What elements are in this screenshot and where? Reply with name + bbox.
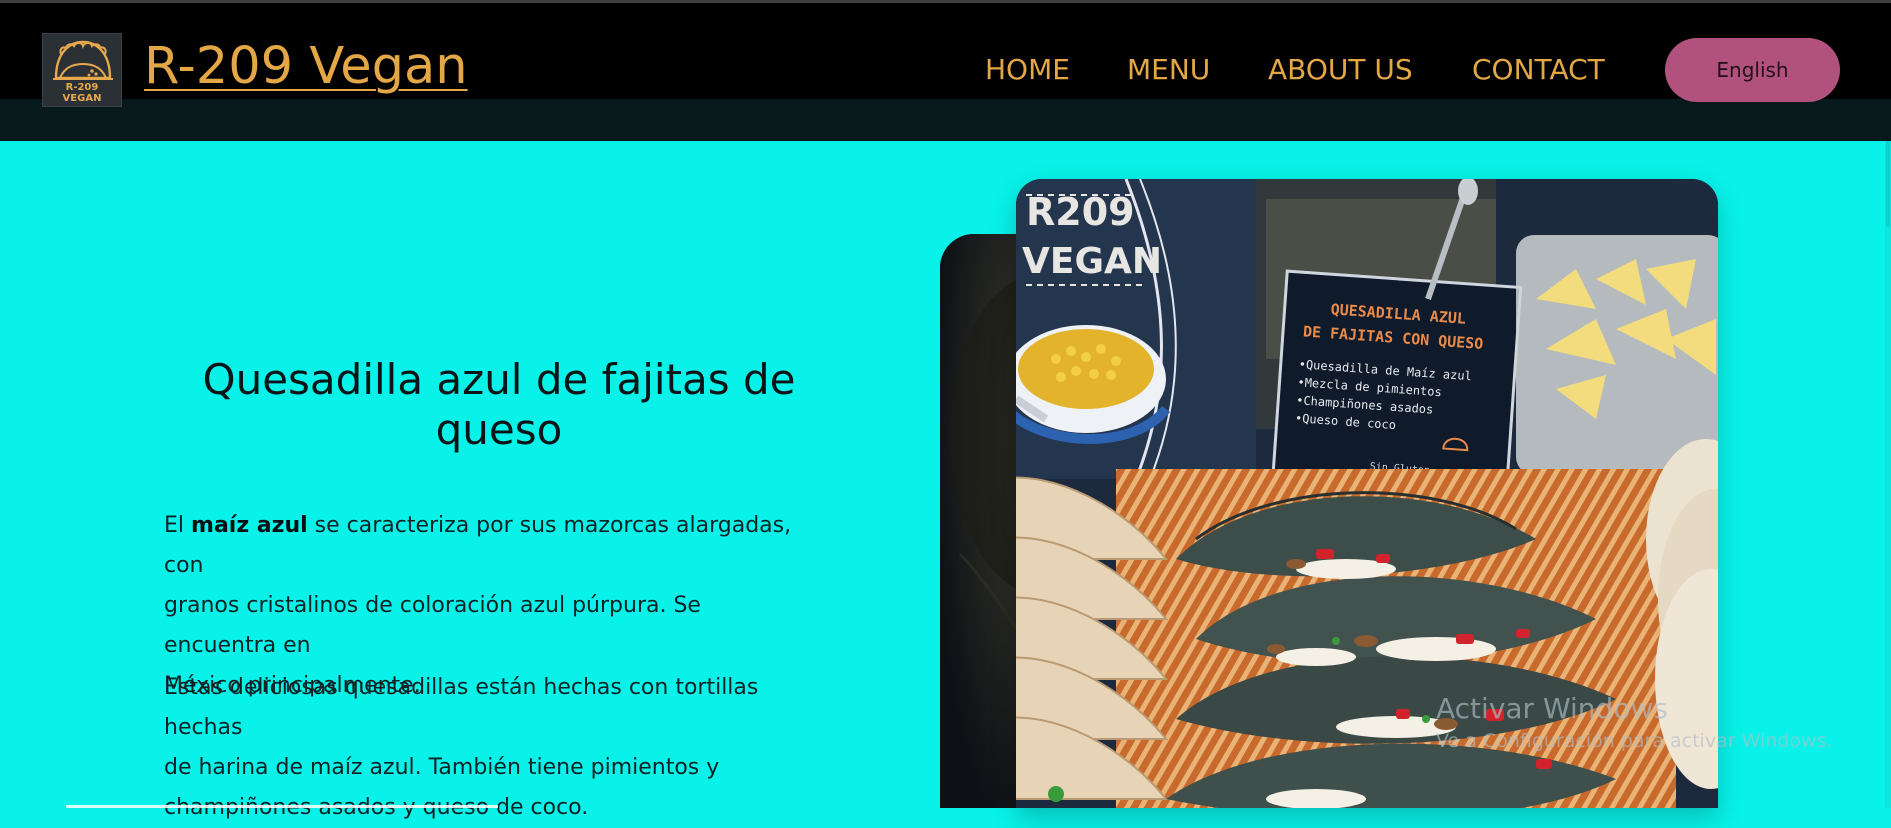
- para1-prefix: El: [164, 513, 192, 538]
- page-scrollbar-thumb[interactable]: [1886, 141, 1890, 227]
- watermark-title: Activar Windows: [1436, 692, 1668, 725]
- logo-text-vegan: VEGAN: [62, 93, 102, 104]
- para1-line2: granos cristalinos de coloración azul pú…: [164, 593, 701, 658]
- nav-about-us[interactable]: ABOUT US: [1268, 52, 1413, 88]
- taco-logo-icon: [53, 40, 113, 80]
- site-title-link[interactable]: R-209 Vegan: [144, 37, 468, 97]
- dish-title: Quesadilla azul de fajitas de queso: [164, 355, 834, 455]
- windows-activation-watermark: Activar Windows Ve a Configuración para …: [1436, 692, 1832, 754]
- page-scrollbar[interactable]: [1885, 141, 1891, 808]
- watermark-subtitle: Ve a Configuración para activar Windows.: [1436, 730, 1833, 752]
- nav-contact[interactable]: CONTACT: [1472, 52, 1605, 88]
- dish-title-line2: queso: [435, 405, 563, 454]
- nav-home[interactable]: HOME: [985, 52, 1070, 88]
- para2-line3: champiñones asados y queso de coco.: [164, 795, 589, 820]
- board-text-vegan: VEGAN: [1022, 241, 1162, 282]
- nav-menu[interactable]: MENU: [1127, 52, 1210, 88]
- logo-text-r209: R-209: [65, 82, 99, 93]
- header-shadow-band: [0, 99, 1891, 141]
- board-text-r209: R209: [1026, 190, 1135, 234]
- dish-title-line1: Quesadilla azul de fajitas de: [202, 355, 796, 404]
- description-paragraph-2: Estas deliciosas quesadillas están hecha…: [164, 668, 814, 828]
- language-button[interactable]: English: [1665, 38, 1840, 102]
- para2-line1: Estas deliciosas quesadillas están hecha…: [164, 675, 759, 740]
- site-logo[interactable]: R-209 VEGAN: [42, 33, 122, 107]
- para2-line2: de harina de maíz azul. También tiene pi…: [164, 755, 720, 780]
- para1-line1: El maíz azul se caracteriza por sus mazo…: [164, 506, 814, 586]
- para1-bold-term: maíz azul: [191, 513, 308, 538]
